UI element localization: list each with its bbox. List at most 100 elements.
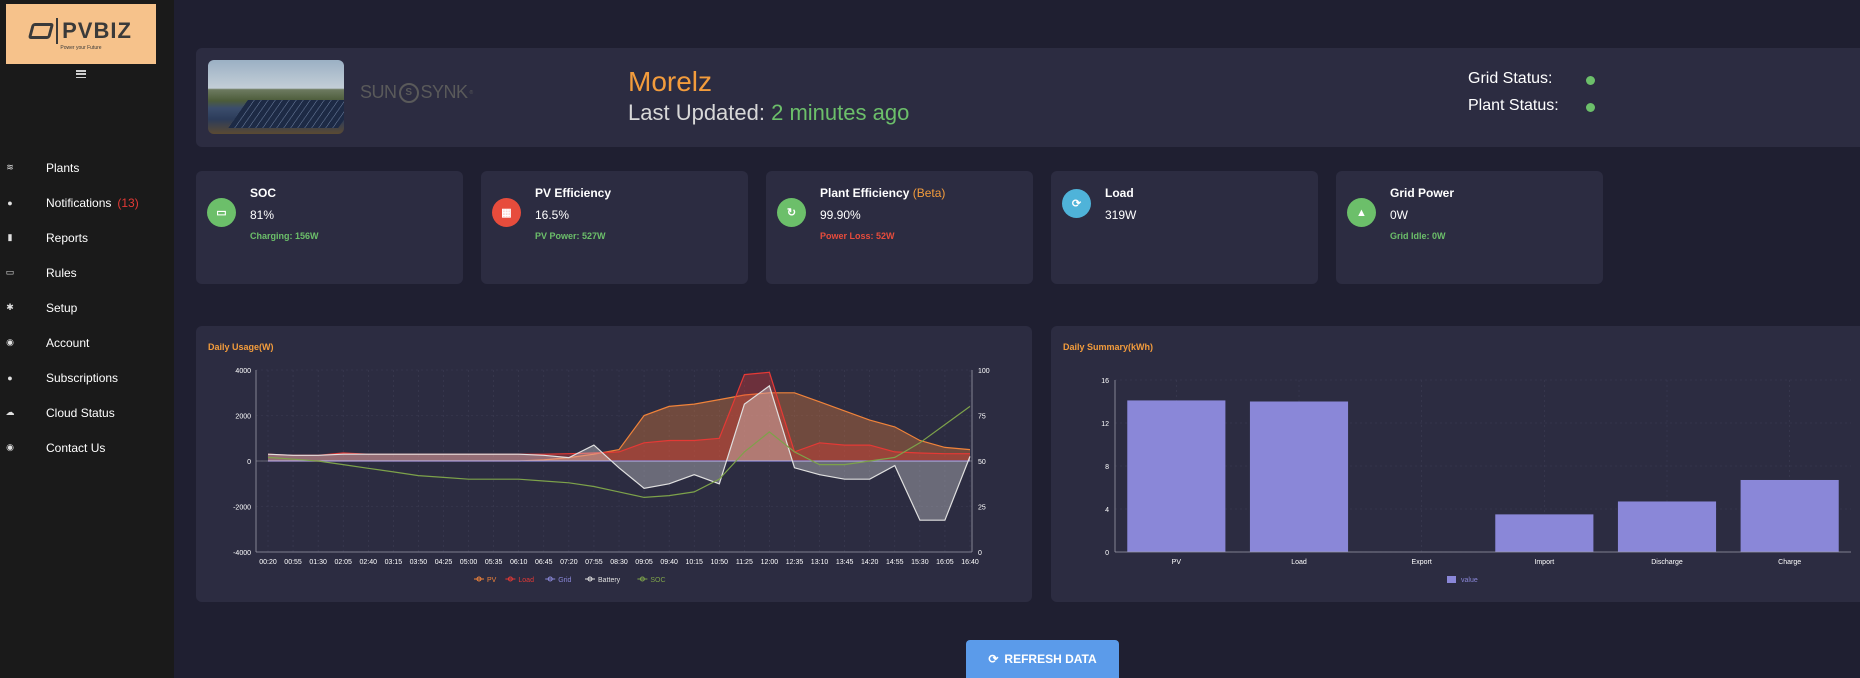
metric-title: PV Efficiency (535, 186, 612, 200)
y-right-tick-label: 75 (978, 414, 986, 421)
bar-charge (1740, 479, 1839, 552)
sidebar-item-notifications[interactable]: ● Notifications (13) (0, 185, 174, 220)
x-tick-label: 04:25 (435, 559, 453, 566)
y-left-tick-label: 2000 (235, 414, 251, 421)
sidebar-item-label: Subscriptions (46, 370, 119, 385)
x-tick-label: 03:50 (410, 559, 428, 566)
x-tick-label: 11:25 (736, 559, 753, 566)
x-tick-label: 09:40 (660, 559, 678, 566)
sidebar-nav: ≋ Plants ● Notifications (13) ▮ Reports ▭… (0, 150, 174, 465)
legend-label: Grid (558, 577, 571, 584)
pvbiz-logo[interactable]: PVBIZ Power your Future (6, 4, 156, 64)
x-tick-label: 00:55 (284, 559, 302, 566)
plant-name: Morelz (628, 66, 713, 97)
y-right-tick-label: 100 (978, 368, 990, 375)
x-tick-label: 06:45 (535, 559, 553, 566)
grid-status-indicator (1586, 76, 1595, 85)
sidebar-item-account[interactable]: ◉ Account (0, 325, 174, 360)
y-left-tick-label: 4000 (235, 368, 251, 375)
last-updated-label: Last Updated: (628, 100, 765, 125)
x-tick-label: 10:15 (685, 559, 703, 566)
legend-item-load: Load (505, 576, 534, 584)
legend-label: SOC (650, 577, 665, 584)
y-left-tick-label: -4000 (233, 550, 251, 557)
metric-title: Plant Efficiency (820, 186, 910, 200)
sidebar-item-plants[interactable]: ≋ Plants (0, 150, 174, 185)
metric-subtext: Charging: 156W (250, 231, 319, 241)
logo-mark-icon (27, 22, 55, 39)
fire-icon: ▲ (1347, 198, 1376, 227)
daily-summary-chart[interactable]: 16 12 8 4 0 PV Load Export Import Discharge Charge… (1051, 326, 1860, 602)
daily-usage-chart[interactable]: 4000 2000 0 -2000 -4000 100 75 50 25 0 00:20 00:55 0… (196, 326, 1032, 602)
x-tick-label: 10:50 (711, 559, 729, 566)
x-tick-label: Import (1534, 559, 1554, 566)
recycle-icon: ↻ (777, 198, 806, 227)
sunsynk-logo: SUN S SYNK ® (360, 82, 473, 103)
daily-summary-card: Daily Summary(kWh) 16 12 8 4 0 PV Load Export Im… (1051, 326, 1860, 602)
metric-title-row: Plant Efficiency (Beta) (820, 186, 945, 200)
x-tick-label: 13:10 (811, 559, 829, 566)
sidebar-item-setup[interactable]: ✱ Setup (0, 290, 174, 325)
last-updated-value: 2 minutes ago (771, 100, 910, 125)
legend-label: Battery (598, 577, 621, 584)
sidebar-item-subscriptions[interactable]: ● Subscriptions (0, 360, 174, 395)
sidebar-item-contact-us[interactable]: ◉ Contact Us (0, 430, 174, 465)
x-tick-label: 08:30 (610, 559, 628, 566)
y-right-tick-label: 0 (978, 550, 982, 557)
x-tick-label: Charge (1778, 559, 1801, 566)
bar-pv (1127, 400, 1226, 552)
y-tick-label: 8 (1105, 464, 1109, 471)
plant-photo (208, 60, 344, 134)
y-tick-label: 16 (1101, 378, 1109, 385)
sidebar-item-label: Setup (46, 300, 78, 315)
x-tick-label: 12:35 (786, 559, 804, 566)
notification-count-badge: (13) (117, 195, 139, 210)
x-tick-label: 16:05 (936, 559, 954, 566)
x-tick-label: 05:35 (485, 559, 503, 566)
metric-value: 319W (1105, 208, 1137, 222)
x-tick-label: 15:30 (911, 559, 929, 566)
sidebar-item-reports[interactable]: ▮ Reports (0, 220, 174, 255)
metric-value: 16.5% (535, 208, 570, 222)
legend-label: Load (518, 577, 534, 584)
last-updated: Last Updated: 2 minutes ago (628, 100, 909, 126)
y-tick-label: 0 (1105, 550, 1109, 557)
user-circle-icon: ◉ (6, 337, 14, 347)
daily-usage-card: Daily Usage(W) 4000 2000 0 -2000 -4000 100 75 5… (196, 326, 1032, 602)
metric-title: Grid Power (1390, 186, 1455, 200)
y-left-tick-label: -2000 (233, 505, 251, 512)
sidebar-item-rules[interactable]: ▭ Rules (0, 255, 174, 290)
brand-trademark: ® (469, 89, 474, 96)
x-tick-label: 01:30 (309, 559, 327, 566)
beta-badge: (Beta) (912, 186, 946, 200)
sidebar-item-label: Notifications (46, 195, 112, 210)
x-tick-label: 14:55 (886, 559, 904, 566)
sidebar-item-label: Contact Us (46, 440, 106, 455)
x-tick-label: 05:00 (460, 559, 478, 566)
x-tick-label: 16:40 (961, 559, 979, 566)
plants-icon: ≋ (6, 162, 14, 172)
legend-item-value: value (1447, 576, 1478, 584)
metric-subtext: Grid Idle: 0W (1390, 231, 1446, 241)
bell-icon: ● (7, 372, 13, 383)
bar-load (1249, 401, 1349, 552)
x-tick-label: 12:00 (761, 559, 779, 566)
x-tick-label: 03:15 (385, 559, 403, 566)
metric-value: 99.90% (820, 208, 861, 222)
y-tick-label: 12 (1101, 421, 1109, 428)
x-tick-label: 14:20 (861, 559, 879, 566)
metric-title: Load (1105, 186, 1134, 200)
metric-value: 81% (250, 208, 275, 222)
y-right-tick-label: 25 (978, 505, 986, 512)
menu-toggle-icon[interactable] (76, 70, 86, 78)
x-tick-label: Load (1291, 559, 1307, 566)
plant-header-card: SUN S SYNK ® Morelz Last Updated: 2 minu… (196, 48, 1860, 147)
legend-item-pv: PV (474, 576, 497, 584)
sunsynk-mark-icon: S (398, 82, 419, 103)
sidebar-item-cloud-status[interactable]: ☁ Cloud Status (0, 395, 174, 430)
refresh-data-button[interactable]: ⟳ REFRESH DATA (966, 640, 1119, 678)
user-circle-icon: ◉ (6, 442, 14, 452)
cloud-icon: ☁ (5, 407, 15, 417)
refresh-label: REFRESH DATA (1004, 652, 1097, 666)
gear-icon: ✱ (6, 302, 14, 312)
